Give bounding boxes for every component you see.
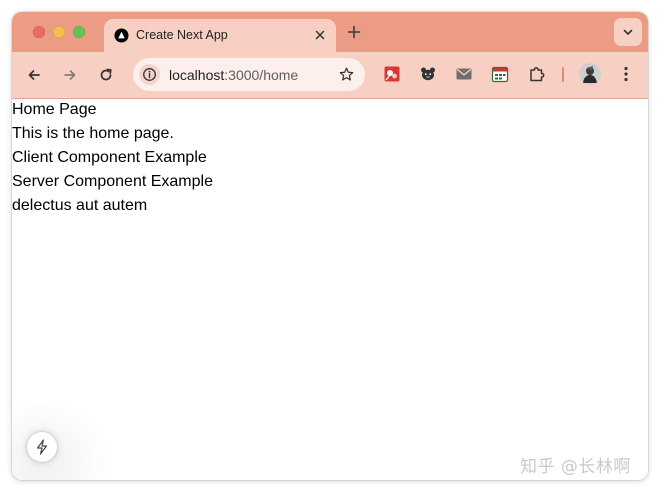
address-bar[interactable]: localhost:3000/home <box>133 58 365 91</box>
minimize-window-button[interactable] <box>53 26 65 38</box>
page-content: Home Page This is the home page. Client … <box>12 99 648 480</box>
lightning-icon <box>36 439 48 455</box>
profile-avatar[interactable] <box>579 63 601 85</box>
browser-window: Create Next App localhost:3000/home Home… <box>12 12 648 480</box>
new-tab-icon[interactable] <box>346 24 362 40</box>
mail-icon[interactable] <box>455 65 473 83</box>
nextjs-dev-tools-button[interactable] <box>27 432 57 462</box>
forward-icon[interactable] <box>62 67 78 83</box>
page-description: This is the home page. <box>12 125 174 142</box>
url-host: localhost <box>169 67 225 83</box>
nextjs-icon <box>114 28 129 43</box>
server-component-text: Server Component Example <box>12 173 213 190</box>
close-tab-icon[interactable] <box>312 27 328 43</box>
client-component-text: Client Component Example <box>12 149 207 166</box>
site-info-button[interactable] <box>139 64 160 85</box>
tab-title: Create Next App <box>136 28 228 42</box>
dev-tools-glow <box>12 399 112 480</box>
bookmark-star-icon[interactable] <box>338 66 355 83</box>
toolbar-divider <box>562 67 564 82</box>
bear-icon[interactable] <box>419 65 437 83</box>
close-window-button[interactable] <box>33 26 45 38</box>
chevron-down-icon <box>623 29 633 35</box>
back-icon[interactable] <box>26 67 42 83</box>
info-icon <box>143 68 156 81</box>
puzzle-icon[interactable] <box>528 65 546 83</box>
watermark: 知乎 @长林啊 <box>520 457 631 477</box>
zoom-window-button[interactable] <box>73 26 85 38</box>
tab-strip: Create Next App <box>12 12 648 52</box>
avatar-image <box>579 63 601 85</box>
extension-1-icon[interactable] <box>383 65 401 83</box>
url-path: :3000/home <box>224 67 299 83</box>
calendar-icon[interactable] <box>491 65 509 83</box>
tab-create-next-app[interactable]: Create Next App <box>104 19 336 52</box>
reload-icon[interactable] <box>98 67 114 83</box>
url-text: localhost:3000/home <box>169 67 298 83</box>
toolbar: localhost:3000/home <box>12 52 648 99</box>
page-heading: Home Page <box>12 101 97 118</box>
fetched-item-text: delectus aut autem <box>12 197 148 214</box>
tab-search-button[interactable] <box>614 18 642 46</box>
more-menu-icon[interactable] <box>618 65 634 83</box>
